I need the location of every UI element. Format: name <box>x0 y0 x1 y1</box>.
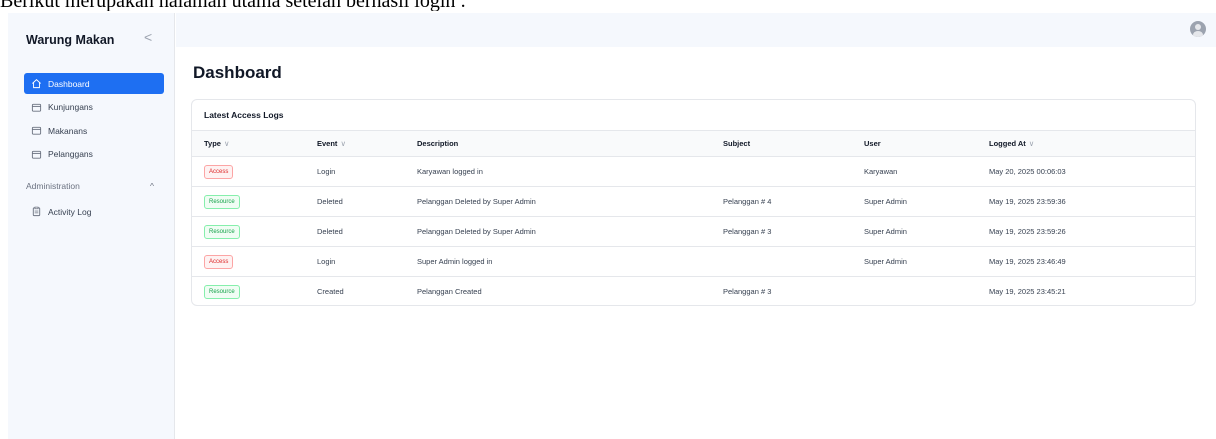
sidebar-item-label: Pelanggans <box>48 149 93 159</box>
table-row[interactable]: Resource Deleted Pelanggan Deleted by Su… <box>192 187 1195 217</box>
column-header-event[interactable]: Event ∨ <box>305 131 405 157</box>
app-window: Warung Makan < Dashboard Kunjungans Maka… <box>8 13 1216 439</box>
table-row[interactable]: Resource Deleted Pelanggan Deleted by Su… <box>192 217 1195 247</box>
chevron-down-icon: ∨ <box>340 139 346 148</box>
table-row[interactable]: Access Login Karyawan logged in Karyawan… <box>192 157 1195 187</box>
sidebar-item-label: Makanans <box>48 125 88 136</box>
column-header-description: Description <box>417 139 459 148</box>
user-cell: Karyawan <box>864 167 898 176</box>
page-title: Dashboard <box>193 63 282 82</box>
folder-icon <box>31 149 42 160</box>
section-label: Administration <box>26 181 80 191</box>
column-header-logged-at[interactable]: Logged At ∨ <box>977 131 1195 157</box>
event-cell: Created <box>317 287 344 297</box>
description-cell: Pelanggan Created <box>417 287 482 297</box>
subject-cell: Pelanggan # 3 <box>723 287 772 297</box>
type-badge: Resource <box>204 194 240 209</box>
subject-cell: Pelanggan # 3 <box>723 227 772 236</box>
chevron-up-icon: ^ <box>150 181 154 191</box>
sidebar-item-label: Dashboard <box>48 78 90 89</box>
avatar[interactable] <box>1190 21 1206 37</box>
logged-at-cell: May 19, 2025 23:59:26 <box>989 227 1066 236</box>
event-cell: Login <box>317 167 336 176</box>
table-row[interactable]: Access Login Super Admin logged in Super… <box>192 247 1195 277</box>
sidebar-item-activity-log[interactable]: Activity Log <box>24 201 164 222</box>
sidebar-item-makanans[interactable]: Makanans <box>24 120 164 141</box>
logged-at-cell: May 19, 2025 23:45:21 <box>989 287 1066 297</box>
column-header-user: User <box>864 139 881 148</box>
description-cell: Pelanggan Deleted by Super Admin <box>417 227 536 236</box>
user-cell: Super Admin <box>864 257 907 266</box>
user-cell: Super Admin <box>864 197 907 206</box>
sidebar-nav: Dashboard Kunjungans Makanans Pelanggans <box>24 73 164 167</box>
sidebar-admin-nav: Activity Log <box>24 201 164 225</box>
event-cell: Login <box>317 257 336 266</box>
topbar <box>176 13 1216 47</box>
description-cell: Karyawan logged in <box>417 167 483 176</box>
sidebar-section-administration[interactable]: Administration ^ <box>26 181 154 191</box>
description-cell: Super Admin logged in <box>417 257 493 266</box>
user-cell <box>852 277 977 306</box>
logged-at-cell: May 19, 2025 23:46:49 <box>989 257 1066 266</box>
logged-at-cell: May 20, 2025 00:06:03 <box>989 167 1066 176</box>
card-title: Latest Access Logs <box>204 110 284 120</box>
home-icon <box>31 78 42 89</box>
sidebar-item-pelanggans[interactable]: Pelanggans <box>24 144 164 165</box>
logged-at-cell: May 19, 2025 23:59:36 <box>989 197 1066 206</box>
sidebar-item-label: Activity Log <box>48 206 92 217</box>
type-badge: Access <box>204 254 234 269</box>
type-badge: Resource <box>204 284 240 299</box>
access-logs-table: Type ∨ Event ∨ Description Subject User Lo… <box>192 130 1195 306</box>
clipboard-icon <box>31 206 42 217</box>
brand-name: Warung Makan <box>26 33 115 47</box>
type-badge: Access <box>204 164 234 179</box>
subject-cell <box>711 157 852 187</box>
table-header-row: Type ∨ Event ∨ Description Subject User Lo… <box>192 130 1195 157</box>
folder-icon <box>31 125 42 136</box>
type-badge: Resource <box>204 224 240 239</box>
folder-icon <box>31 102 42 113</box>
sidebar-item-label: Kunjungans <box>48 102 93 112</box>
subject-cell: Pelanggan # 4 <box>723 197 772 206</box>
subject-cell <box>711 247 852 277</box>
event-cell: Deleted <box>317 197 343 206</box>
column-header-type[interactable]: Type ∨ <box>192 131 305 157</box>
description-cell: Pelanggan Deleted by Super Admin <box>417 197 536 206</box>
sidebar: Warung Makan < Dashboard Kunjungans Maka… <box>8 13 175 439</box>
sidebar-item-dashboard[interactable]: Dashboard <box>24 73 164 94</box>
access-logs-card: Latest Access Logs Type ∨ Event ∨ Descript… <box>191 99 1196 306</box>
sidebar-collapse-button[interactable]: < <box>144 29 152 45</box>
sidebar-item-kunjungans[interactable]: Kunjungans <box>24 97 164 118</box>
chevron-down-icon: ∨ <box>223 139 230 148</box>
user-cell: Super Admin <box>864 227 907 236</box>
column-header-subject: Subject <box>723 139 751 148</box>
event-cell: Deleted <box>317 227 343 236</box>
page-caption: Berikut merupakan halaman utama setelah … <box>0 0 466 11</box>
chevron-down-icon: ∨ <box>1028 139 1035 148</box>
table-row[interactable]: Resource Created Pelanggan Created Pelan… <box>192 277 1195 306</box>
